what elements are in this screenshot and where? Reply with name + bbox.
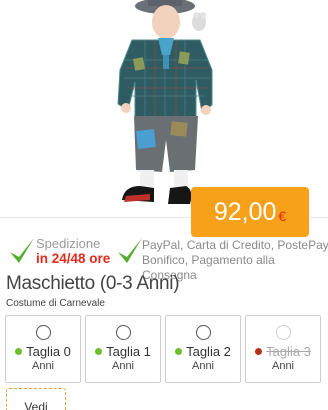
size-option-3[interactable]: Taglia 3 Anni <box>245 315 321 383</box>
size-unit: Anni <box>111 360 135 372</box>
availability-dot <box>255 348 263 355</box>
size-radio[interactable] <box>195 325 211 340</box>
size-radio[interactable] <box>275 325 291 340</box>
shipping-info: Spedizione in 24/48 ore <box>36 236 110 266</box>
size-label: Taglia 1 <box>86 344 160 359</box>
product-subtitle: Costume di Carnevale <box>6 298 105 309</box>
size-name: Taglia 0 <box>26 344 71 359</box>
size-unit: Anni <box>191 360 215 372</box>
size-name: Taglia 1 <box>106 344 151 359</box>
size-option-1[interactable]: Taglia 1 Anni <box>85 315 161 383</box>
size-unit: Anni <box>271 360 295 372</box>
size-option-0[interactable]: Taglia 0 Anni <box>5 315 81 383</box>
size-name: Taglia 2 <box>186 344 231 359</box>
vedi-button[interactable]: Vedi <box>6 388 66 410</box>
availability-dot <box>175 348 183 355</box>
currency-symbol: € <box>278 208 287 224</box>
shipping-time: in 24/48 ore <box>36 251 111 266</box>
size-radio[interactable] <box>115 325 131 340</box>
size-name: Taglia 3 <box>266 344 311 359</box>
size-label: Taglia 2 <box>166 344 240 359</box>
price-badge: 92,00 € <box>191 187 309 237</box>
product-title: Maschietto (0-3 Anni) <box>6 273 180 294</box>
availability-dot <box>15 348 23 355</box>
size-label: Taglia 3 <box>246 344 320 359</box>
size-option-2[interactable]: Taglia 2 Anni <box>165 315 241 383</box>
size-unit: Anni <box>31 360 55 372</box>
availability-dot <box>95 348 103 355</box>
price-value: 92,00 <box>213 197 277 226</box>
size-label: Taglia 0 <box>6 344 80 359</box>
product-image[interactable] <box>0 0 328 218</box>
checkmark-icon <box>10 238 34 263</box>
shipping-payment-row: Spedizione in 24/48 ore PayPal, Carta di… <box>8 236 328 282</box>
size-options: Taglia 0 Anni Taglia 1 Anni Taglia 2 Ann… <box>5 315 328 383</box>
product-photo <box>117 0 213 204</box>
size-radio[interactable] <box>35 325 51 340</box>
checkmark-icon <box>118 238 142 263</box>
shipping-label: Spedizione <box>36 236 101 251</box>
